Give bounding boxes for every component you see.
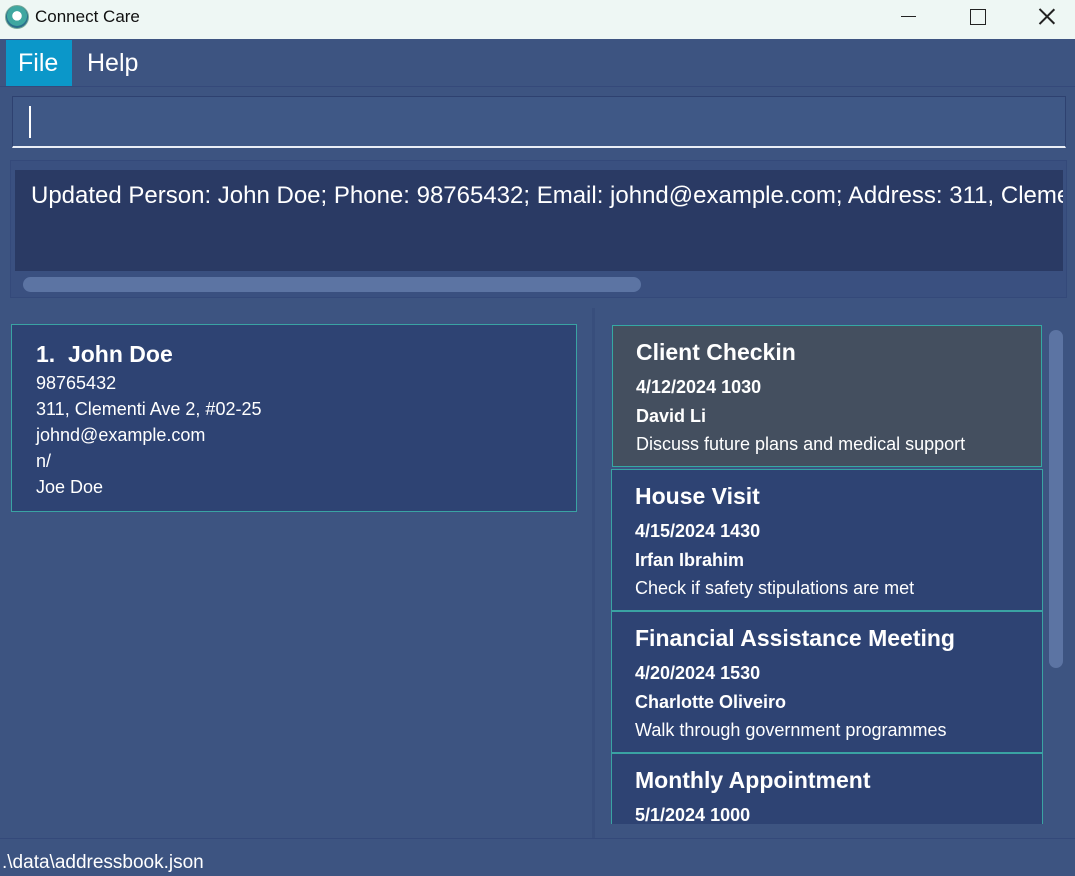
person-phone: 98765432 <box>36 373 117 393</box>
result-display-container: Updated Person: John Doe; Phone: 9876543… <box>10 160 1067 298</box>
person-name: 1. John Doe <box>36 341 173 368</box>
horizontal-scrollbar[interactable] <box>23 277 641 292</box>
window-title: Connect Care <box>35 7 140 26</box>
person-nok-prefix: n/ <box>36 451 52 471</box>
text-caret <box>29 106 31 138</box>
menu-file[interactable]: File <box>6 40 72 86</box>
title-bar: Connect Care <box>0 0 1075 39</box>
person-card[interactable]: 1. John Doe 98765432 311, Clementi Ave 2… <box>11 324 577 512</box>
event-list-panel: Client Checkin 4/12/2024 1030 David Li D… <box>595 308 1075 824</box>
event-person: Charlotte Oliveiro <box>635 692 787 712</box>
person-address: 311, Clementi Ave 2, #02-25 <box>36 399 262 419</box>
event-card-selected[interactable]: Client Checkin 4/12/2024 1030 David Li D… <box>612 325 1042 467</box>
event-person: Irfan Ibrahim <box>635 550 745 570</box>
vertical-scrollbar[interactable] <box>1049 330 1063 668</box>
status-bar: .\data\addressbook.json <box>0 838 1075 876</box>
data-file-path: .\data\addressbook.json <box>2 852 204 873</box>
event-datetime: 5/1/2024 1000 <box>635 805 751 824</box>
minimize-icon[interactable] <box>873 0 943 34</box>
command-box-container <box>0 88 1075 155</box>
maximize-icon[interactable] <box>942 0 1012 34</box>
person-list-panel: 1. John Doe 98765432 311, Clementi Ave 2… <box>0 308 592 838</box>
person-index: 1. <box>36 341 56 367</box>
event-description: Discuss future plans and medical support <box>636 434 966 454</box>
event-description: Walk through government programmes <box>635 720 947 740</box>
event-title: Monthly Appointment <box>635 767 871 793</box>
event-description: Check if safety stipulations are met <box>635 578 915 598</box>
event-datetime: 4/15/2024 1430 <box>635 521 761 541</box>
event-title: House Visit <box>635 483 760 509</box>
command-input[interactable] <box>12 96 1066 148</box>
person-email: johnd@example.com <box>36 425 206 445</box>
person-name-text: John Doe <box>67 341 173 367</box>
event-person: David Li <box>636 406 707 426</box>
event-datetime: 4/12/2024 1030 <box>636 377 762 397</box>
event-datetime: 4/20/2024 1530 <box>635 663 761 683</box>
result-display[interactable]: Updated Person: John Doe; Phone: 9876543… <box>15 170 1063 271</box>
close-icon[interactable] <box>1012 0 1075 34</box>
person-nok: Joe Doe <box>36 477 104 497</box>
event-title: Financial Assistance Meeting <box>635 625 955 651</box>
menu-bar: File Help <box>0 39 1075 87</box>
event-card[interactable]: Monthly Appointment 5/1/2024 1000 <box>611 753 1043 824</box>
event-card[interactable]: Financial Assistance Meeting 4/20/2024 1… <box>611 611 1043 753</box>
connect-care-logo-icon <box>5 5 29 29</box>
event-card[interactable]: House Visit 4/15/2024 1430 Irfan Ibrahim… <box>611 469 1043 611</box>
menu-help[interactable]: Help <box>75 40 150 86</box>
event-title: Client Checkin <box>636 339 796 365</box>
result-message: Updated Person: John Doe; Phone: 9876543… <box>31 182 1063 209</box>
